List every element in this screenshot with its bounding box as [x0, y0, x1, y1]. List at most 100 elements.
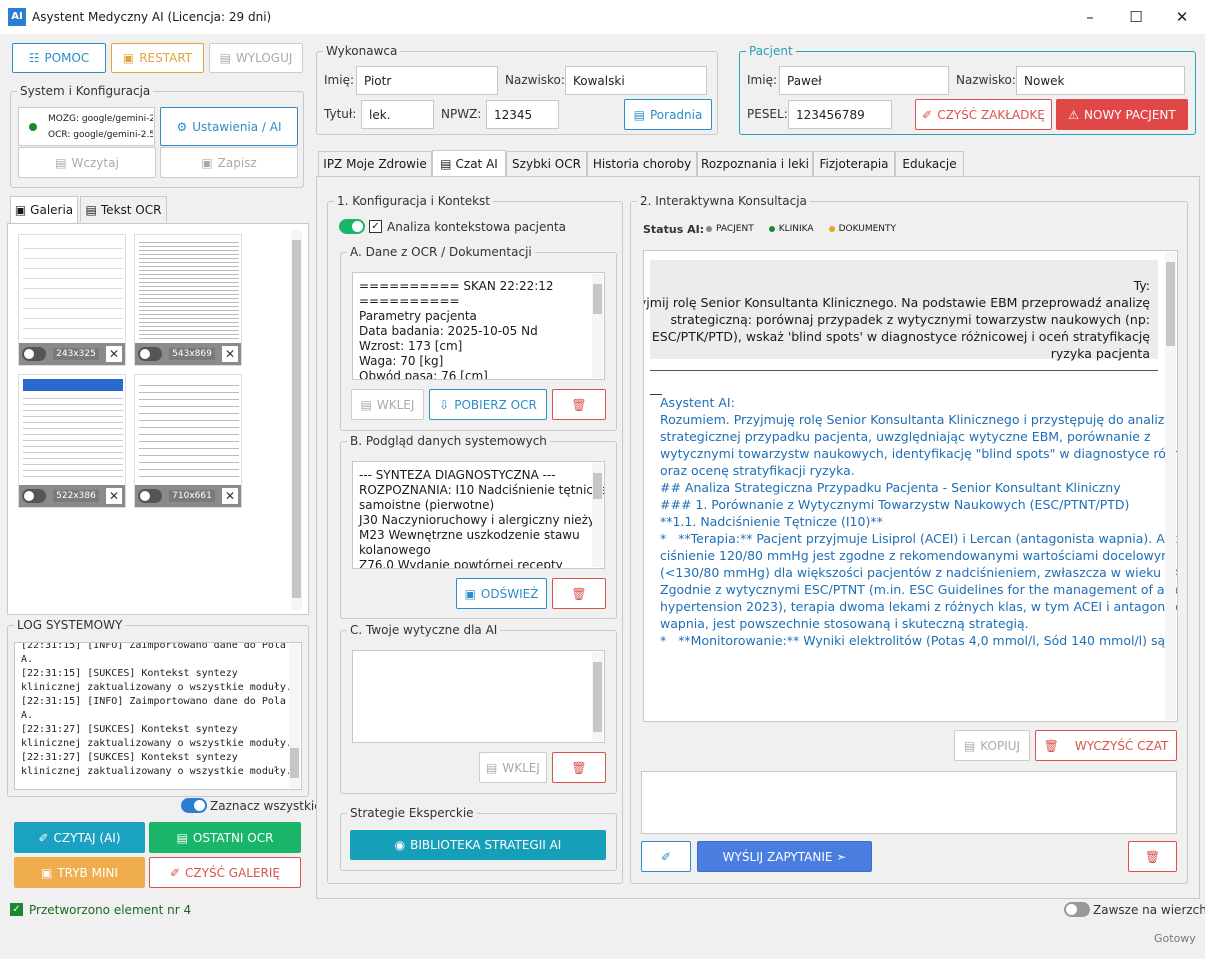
- scroll-thumb[interactable]: [593, 662, 602, 732]
- gallery-image-1[interactable]: 243x325 ✕: [18, 234, 126, 366]
- log-textarea[interactable]: [22:31:15] [INFO] Zaimportowano dane do …: [14, 642, 302, 790]
- system-scrollbar[interactable]: [592, 463, 603, 567]
- remove-icon[interactable]: ✕: [106, 346, 122, 362]
- npwz-field[interactable]: 12345: [486, 100, 559, 129]
- gallery-image-2[interactable]: 543x869 ✕: [134, 234, 242, 366]
- help-button[interactable]: ☷ POMOC: [12, 43, 106, 73]
- user-message: Ty: Przyjmij rolę Senior Konsultanta Klin…: [644, 260, 1158, 361]
- tab-chat-ai[interactable]: ▤ Czat AI: [432, 150, 506, 177]
- select-toggle[interactable]: [138, 489, 162, 503]
- context-toggle[interactable]: [339, 219, 365, 234]
- scroll-thumb[interactable]: [292, 240, 301, 598]
- clear-chat-button[interactable]: 🗑 WYCZYŚĆ CZAT: [1035, 730, 1177, 761]
- fetch-ocr-button[interactable]: ⇩ POBIERZ OCR: [429, 389, 547, 420]
- gallery-image-4[interactable]: 710x661 ✕: [134, 374, 242, 508]
- performer-last-name-field[interactable]: Kowalski: [565, 66, 707, 95]
- copy-button[interactable]: ▤ KOPIUJ: [954, 730, 1030, 761]
- delete-ocr-button[interactable]: 🗑: [552, 389, 606, 420]
- text-line: ### 1. Porównanie z Wytycznymi Towarzyst…: [660, 497, 1130, 512]
- gallery-image-3[interactable]: 522x386 ✕: [18, 374, 126, 508]
- clinic-button[interactable]: ▤ Poradnia: [624, 99, 712, 130]
- delete-system-button[interactable]: 🗑: [552, 578, 606, 609]
- new-patient-button[interactable]: ⚠ NOWY PACJENT: [1056, 99, 1188, 130]
- guidelines-textarea[interactable]: [352, 650, 605, 743]
- load-button[interactable]: ▤ Wczytaj: [18, 147, 156, 178]
- delete-guidelines-button[interactable]: 🗑: [552, 752, 606, 783]
- consult-title: 2. Interaktywna Konsultacja: [637, 194, 810, 208]
- attach-button[interactable]: ✐: [641, 841, 691, 872]
- scroll-thumb[interactable]: [1166, 262, 1175, 346]
- maximize-button[interactable]: ☐: [1113, 2, 1159, 32]
- select-toggle[interactable]: [138, 347, 162, 361]
- scroll-thumb[interactable]: [593, 473, 602, 499]
- paste-ocr-button[interactable]: ▤ WKLEJ: [351, 389, 424, 420]
- trash-icon: 🗑: [1043, 738, 1059, 753]
- logout-button[interactable]: ▤ WYLOGUJ: [209, 43, 303, 73]
- chat-history[interactable]: Ty: Przyjmij rolę Senior Konsultanta Klin…: [643, 250, 1178, 722]
- tab-physio[interactable]: Fizjoterapia: [813, 151, 895, 176]
- status-indicator: PACJENT: [706, 224, 754, 234]
- read-ai-button[interactable]: ✐ CZYTAJ (AI): [14, 822, 145, 853]
- text-line: (<130/80 mmHg) dla większości pacjentów …: [660, 565, 1178, 580]
- text-line: [22:31:27] [SUKCES] Kontekst syntezy: [21, 724, 238, 735]
- context-checkbox[interactable]: ✓: [369, 220, 382, 233]
- guidelines-scrollbar[interactable]: [592, 652, 603, 741]
- patient-last-name-field[interactable]: Nowek: [1016, 66, 1185, 95]
- ocr-textarea[interactable]: ========== SKAN 22:22:12 ========== Parame…: [352, 272, 605, 380]
- settings-button[interactable]: ⚙ Ustawienia / AI: [160, 107, 298, 146]
- remove-icon[interactable]: ✕: [222, 488, 238, 504]
- refresh-button[interactable]: ▣ ODŚWIEŻ: [456, 578, 547, 609]
- save-button[interactable]: ▣ Zapisz: [160, 147, 298, 178]
- paste-guidelines-button[interactable]: ▤ WKLEJ: [479, 752, 547, 783]
- gallery-scrollbar[interactable]: [291, 230, 302, 610]
- clear-tab-button[interactable]: ✐ CZYŚĆ ZAKŁADKĘ: [915, 99, 1052, 130]
- tab-ipz[interactable]: IPZ Moje Zdrowie: [318, 151, 432, 176]
- restart-button[interactable]: ▣ RESTART: [111, 43, 204, 73]
- delete-query-button[interactable]: 🗑: [1128, 841, 1177, 872]
- status-indicator-label: PACJENT: [716, 224, 754, 234]
- tab-diagnoses[interactable]: Rozpoznania i leki: [697, 151, 813, 176]
- select-toggle[interactable]: [22, 489, 46, 503]
- close-button[interactable]: ✕: [1159, 2, 1205, 32]
- config-title: 1. Konfiguracja i Kontekst: [334, 194, 494, 208]
- remove-icon[interactable]: ✕: [106, 488, 122, 504]
- patient-first-name-field[interactable]: Paweł: [779, 66, 949, 95]
- strategy-library-button[interactable]: ◉ BIBLIOTEKA STRATEGII AI: [350, 830, 606, 860]
- tab-quick-ocr[interactable]: Szybki OCR: [506, 151, 587, 176]
- performer-first-name-field[interactable]: Piotr: [356, 66, 498, 95]
- send-query-button[interactable]: WYŚLIJ ZAPYTANIE ➣: [697, 841, 872, 872]
- remove-icon[interactable]: ✕: [222, 346, 238, 362]
- select-toggle[interactable]: [22, 347, 46, 361]
- tab-gallery[interactable]: ▣ Galeria: [10, 196, 78, 223]
- clinic-icon: ▤: [633, 107, 645, 122]
- performer-title-field[interactable]: lek.: [361, 100, 434, 129]
- scroll-thumb[interactable]: [290, 748, 299, 778]
- text-line: ## Analiza Strategiczna Przypadku Pacjen…: [660, 480, 1121, 495]
- text-line: J30 Naczynioruchowy i alergiczny nieżyt …: [359, 513, 605, 527]
- clear-gallery-button[interactable]: ✐ CZYŚĆ GALERIĘ: [149, 857, 301, 888]
- system-textarea[interactable]: --- SYNTEZA DIAGNOSTYCZNA --- ROZPOZNANIA…: [352, 461, 605, 569]
- text-line: klinicznej zaktualizowany o wszystkie mo…: [21, 682, 292, 693]
- select-all-toggle[interactable]: [181, 798, 207, 813]
- log-scrollbar[interactable]: [289, 644, 300, 788]
- paste-icon: ▤: [360, 397, 372, 412]
- scroll-thumb[interactable]: [593, 284, 602, 314]
- tab-history[interactable]: Historia choroby: [587, 151, 697, 176]
- ocr-scrollbar[interactable]: [592, 274, 603, 378]
- window-title: Asystent Medyczny AI (Licencja: 29 dni): [32, 10, 272, 24]
- paperclip-icon: ✐: [660, 849, 672, 864]
- last-ocr-button[interactable]: ▤ OSTATNI OCR: [149, 822, 301, 853]
- ready-label: Gotowy: [1154, 932, 1196, 945]
- chat-scrollbar[interactable]: [1165, 252, 1176, 720]
- pesel-field[interactable]: 123456789: [788, 100, 892, 129]
- image-size: 543x869: [169, 348, 215, 360]
- mini-mode-button[interactable]: ▣ TRYB MINI: [14, 857, 145, 888]
- minimize-button[interactable]: –: [1067, 2, 1113, 32]
- status-text: Przetworzono element nr 4: [29, 903, 192, 917]
- tab-ocr-text[interactable]: ▤ Tekst OCR: [80, 196, 167, 222]
- always-on-top-toggle[interactable]: [1064, 902, 1090, 917]
- query-input[interactable]: [641, 771, 1177, 834]
- restart-icon: ▣: [122, 51, 135, 65]
- tab-education[interactable]: Edukacje: [895, 151, 964, 176]
- brain-model-label: MÓZG: google/gemini-2.: [48, 114, 153, 124]
